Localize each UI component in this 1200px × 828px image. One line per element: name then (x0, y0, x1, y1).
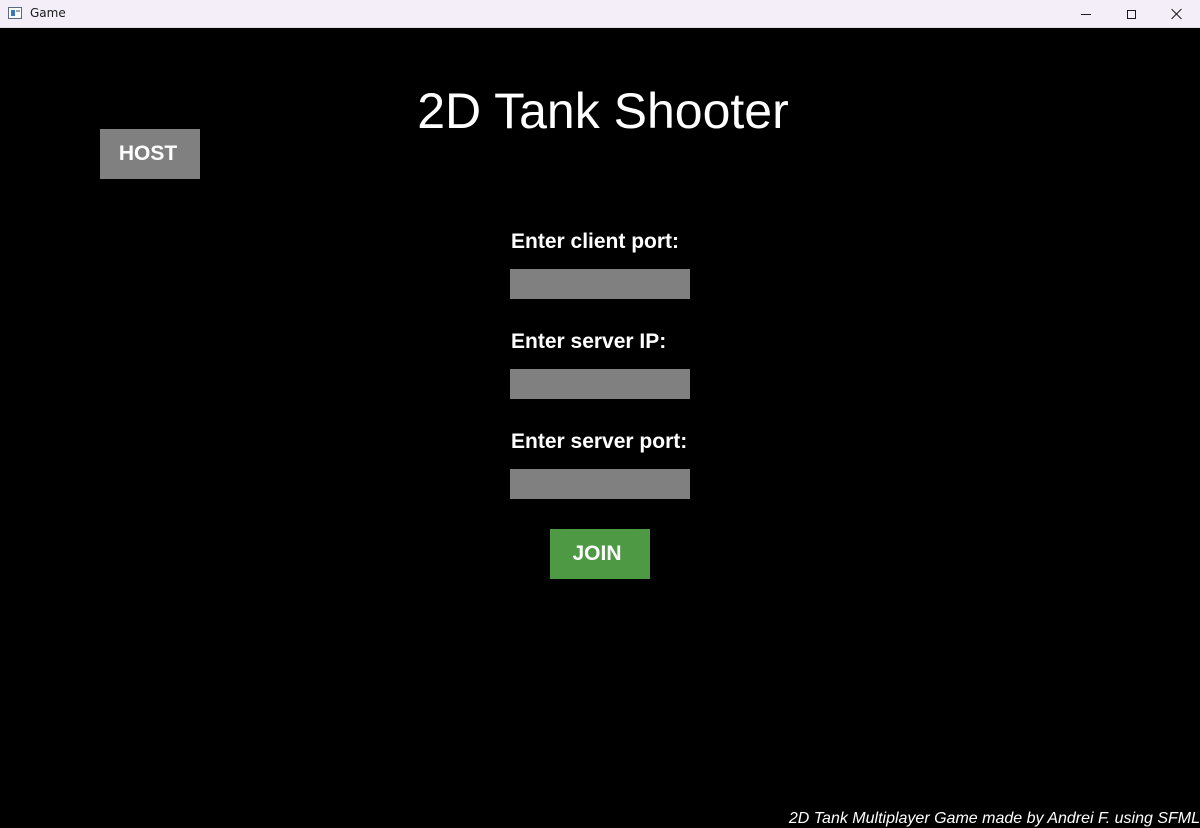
server-port-label: Enter server port: (511, 430, 688, 453)
server-port-input[interactable] (510, 469, 690, 499)
close-icon (1171, 8, 1183, 20)
client-port-label: Enter client port: (511, 230, 680, 253)
join-button[interactable]: JOIN (550, 529, 650, 579)
server-ip-label: Enter server IP: (511, 330, 667, 353)
window-title: Game (30, 6, 66, 20)
maximize-icon (1126, 9, 1136, 19)
minimize-icon (1081, 13, 1091, 15)
app-window-icon (8, 7, 22, 19)
window-titlebar[interactable]: Game (0, 0, 1200, 28)
maximize-button[interactable] (1108, 0, 1154, 28)
close-button[interactable] (1154, 0, 1200, 28)
client-port-input[interactable] (510, 269, 690, 299)
game-window: Game 2D Tank Shooter HOST Enter client p… (0, 0, 1200, 828)
server-ip-input[interactable] (510, 369, 690, 399)
host-button[interactable]: HOST (100, 129, 200, 179)
credits-text: 2D Tank Multiplayer Game made by Andrei … (788, 810, 1200, 827)
minimize-button[interactable] (1063, 0, 1109, 28)
